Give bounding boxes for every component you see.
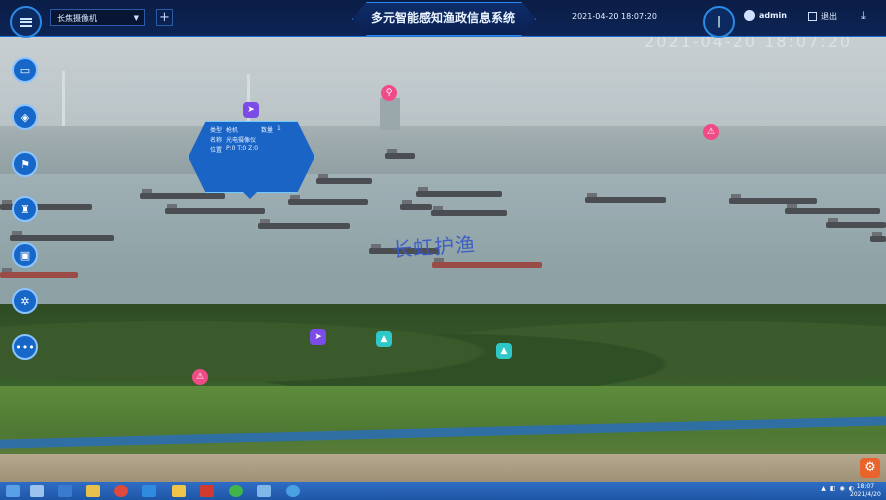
- clock-date: 2021/4/20: [850, 491, 881, 498]
- layers-icon: ◈: [20, 110, 30, 124]
- alarm-marker-icon[interactable]: ⚠: [703, 124, 719, 140]
- building: [380, 98, 400, 130]
- eye-icon[interactable]: [286, 485, 300, 497]
- computer-icon[interactable]: [30, 485, 44, 497]
- settings-button[interactable]: ✲: [12, 288, 38, 314]
- ship: [316, 174, 372, 184]
- image-marker-icon[interactable]: ▲: [376, 331, 392, 347]
- taskbar: ▲ ◧ ◉ ◐ 18:07 2021/4/20: [0, 482, 886, 500]
- alarm-button[interactable]: ♜: [12, 196, 38, 222]
- far-shore: [0, 126, 886, 178]
- folder-button[interactable]: ▭: [12, 57, 38, 83]
- plus-icon: +: [159, 10, 170, 25]
- popup-type-value: 枪机: [226, 127, 239, 134]
- info-button[interactable]: ǀ: [703, 6, 735, 38]
- ship: [165, 204, 265, 214]
- popup-pointer: [240, 189, 260, 199]
- info-icon: ǀ: [717, 14, 721, 28]
- feed-watermark: 长虹护渔: [391, 232, 477, 262]
- camera-select[interactable]: 长焦摄像机 ▼: [50, 9, 145, 26]
- terminal-icon[interactable]: [58, 485, 72, 497]
- menu-button[interactable]: [10, 6, 42, 38]
- datetime: 2021-04-20 18:07:20: [572, 12, 657, 21]
- chevron-down-icon: ▼: [133, 14, 139, 22]
- road: [0, 454, 886, 482]
- folder-icon[interactable]: [86, 485, 100, 497]
- ship: [258, 219, 350, 229]
- ship: [431, 206, 507, 216]
- ship: [385, 149, 415, 159]
- ship: [729, 194, 817, 204]
- logout-icon: [808, 12, 817, 21]
- app-title: 多元智能感知渔政信息系统: [370, 11, 515, 25]
- layers-button[interactable]: ◈: [12, 104, 38, 130]
- camera-marker-icon[interactable]: ➤: [243, 102, 259, 118]
- camera-select-value: 长焦摄像机: [57, 14, 97, 23]
- popup-name-value: 光电摄像仪: [226, 137, 257, 144]
- ship: [585, 193, 666, 203]
- ship: [416, 187, 502, 197]
- download-icon[interactable]: ⤓: [861, 10, 872, 21]
- ship: [400, 200, 432, 210]
- taskbar-clock[interactable]: 18:07 2021/4/20: [850, 483, 881, 499]
- gear-icon[interactable]: ⚙: [860, 458, 880, 478]
- popup-position-value: P:0 T:0 Z:0: [226, 145, 259, 152]
- image-marker-icon[interactable]: ▲: [496, 343, 512, 359]
- user-icon: [744, 10, 755, 21]
- clock-time: 18:07: [856, 483, 875, 490]
- camera-feed[interactable]: 2021-04-20 18:07:20 长虹护渔: [0, 36, 886, 482]
- save-icon: ▣: [19, 248, 31, 262]
- feed-timestamp: 2021-04-20 18:07:20: [644, 36, 852, 51]
- camera-marker-icon[interactable]: ➤: [310, 329, 326, 345]
- app-icon[interactable]: [200, 485, 214, 497]
- user-name: admin: [759, 11, 787, 20]
- ship: [826, 218, 886, 228]
- image-viewer-icon[interactable]: [257, 485, 271, 497]
- popup-name-label: 名称: [210, 137, 223, 144]
- alarm-icon: ♜: [20, 202, 30, 216]
- info-popup: [188, 121, 315, 193]
- settings-icon: ✲: [20, 294, 30, 308]
- more-button[interactable]: •••: [12, 334, 38, 360]
- popup-count-label: 数量: [261, 127, 274, 134]
- popup-position-label: 位置: [210, 147, 223, 154]
- ship: [870, 232, 886, 242]
- user-menu[interactable]: admin: [744, 10, 787, 21]
- ship: [0, 268, 78, 278]
- add-button[interactable]: +: [156, 9, 173, 26]
- ship: [432, 258, 542, 268]
- chrome-icon[interactable]: [114, 485, 128, 497]
- logout-label: 退出: [821, 12, 837, 21]
- top-bar: 长焦摄像机 ▼ + 多元智能感知渔政信息系统 2021-04-20 18:07:…: [0, 0, 886, 38]
- more-icon: •••: [15, 340, 35, 354]
- popup-type-label: 类型: [210, 127, 223, 134]
- alarm-marker-icon[interactable]: ⚠: [192, 369, 208, 385]
- hamburger-icon: [20, 16, 32, 28]
- ship: [140, 189, 225, 199]
- ship: [288, 195, 368, 205]
- sync-icon[interactable]: [229, 485, 243, 497]
- ship: [785, 204, 880, 214]
- folder-icon: ▭: [19, 63, 31, 77]
- flag-button[interactable]: ⚑: [12, 151, 38, 177]
- popup-count-value: 1: [277, 125, 281, 132]
- save-button[interactable]: ▣: [12, 242, 38, 268]
- flag-icon: ⚑: [20, 157, 30, 171]
- folder-icon[interactable]: [172, 485, 186, 497]
- teamviewer-icon[interactable]: [142, 485, 156, 497]
- ship: [10, 231, 114, 241]
- location-marker-icon[interactable]: ⚲: [381, 85, 397, 101]
- start-icon[interactable]: [6, 485, 20, 497]
- logout-button[interactable]: 退出: [808, 11, 837, 22]
